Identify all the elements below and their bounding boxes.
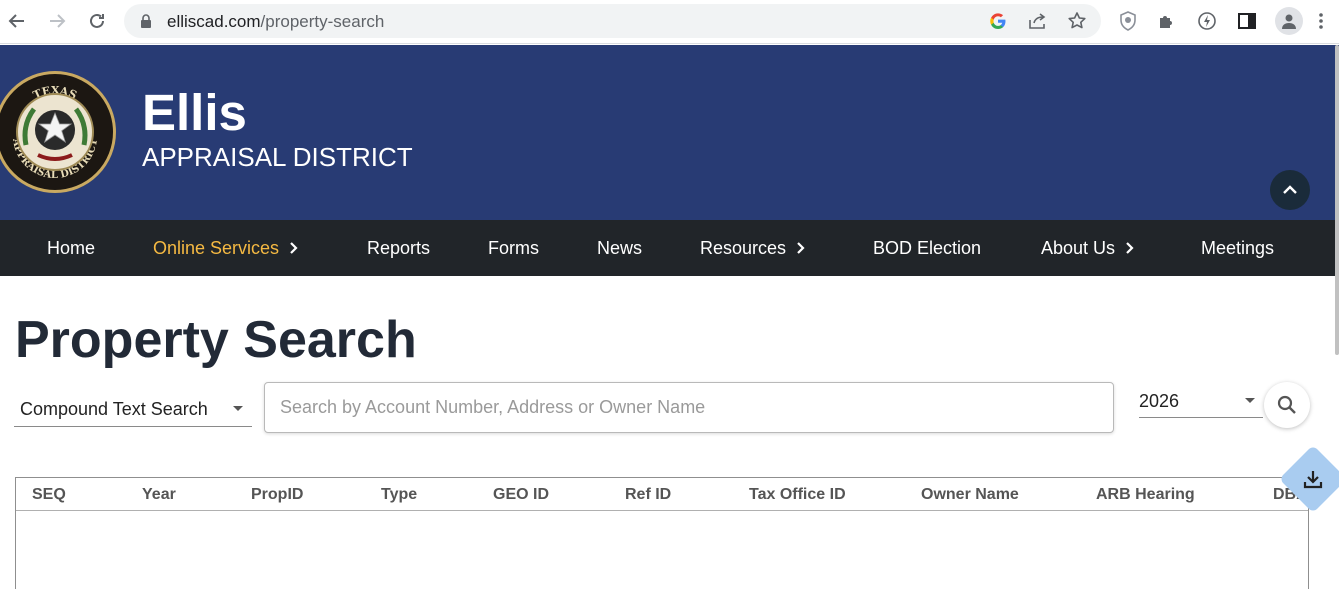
results-table: SEQ Year PropID Type GEO ID Ref ID Tax O…	[15, 477, 1309, 589]
nav-item-label: Online Services	[153, 237, 280, 258]
chevron-up-icon	[1283, 185, 1297, 194]
address-bar[interactable]: elliscad.com/property-search	[124, 4, 1101, 38]
nav-item-online-services[interactable]: Online Services	[153, 220, 299, 276]
lock-icon[interactable]	[140, 14, 152, 33]
table-header: SEQ Year PropID Type GEO ID Ref ID Tax O…	[16, 478, 1308, 511]
share-icon[interactable]	[1028, 11, 1048, 31]
nav-item-label: BOD Election	[873, 237, 982, 258]
column-header-seq[interactable]: SEQ	[32, 486, 66, 504]
main-navigation: Home Online Services Reports Forms News …	[0, 220, 1339, 276]
nav-item-label: Resources	[700, 237, 787, 258]
bookmark-star-icon[interactable]	[1067, 11, 1087, 31]
nav-item-bod-election[interactable]: BOD Election	[873, 220, 981, 276]
column-header-owner-name[interactable]: Owner Name	[921, 486, 1019, 504]
scroll-to-top-button[interactable]	[1270, 170, 1310, 210]
menu-kebab-icon[interactable]	[1314, 10, 1328, 32]
site-subtitle[interactable]: APPRAISAL DISTRICT	[142, 144, 413, 170]
lightning-extension-icon[interactable]	[1196, 10, 1218, 32]
column-header-tax-office-id[interactable]: Tax Office ID	[749, 486, 846, 504]
url-path: /property-search	[260, 12, 385, 31]
site-header: TEXAS APPRAISAL DISTRICT Ellis APPRAISAL…	[0, 45, 1339, 220]
caret-down-icon	[1245, 398, 1255, 403]
search-mode-value: Compound Text Search	[20, 399, 208, 419]
nav-item-label: News	[597, 237, 643, 258]
shield-extension-icon[interactable]	[1117, 10, 1139, 32]
forward-icon[interactable]	[44, 8, 70, 34]
column-header-geo-id[interactable]: GEO ID	[493, 486, 549, 504]
column-header-type[interactable]: Type	[381, 486, 417, 504]
url-domain: elliscad.com	[167, 12, 261, 31]
year-value: 2026	[1139, 391, 1180, 411]
texas-seal-logo[interactable]: TEXAS APPRAISAL DISTRICT	[0, 71, 116, 193]
download-icon	[1303, 471, 1323, 489]
nav-item-label: Forms	[488, 237, 539, 258]
search-button[interactable]	[1264, 382, 1310, 428]
nav-item-news[interactable]: News	[597, 220, 642, 276]
chevron-right-icon	[797, 242, 805, 254]
nav-item-label: About Us	[1041, 237, 1116, 258]
nav-item-reports[interactable]: Reports	[367, 220, 430, 276]
chevron-right-icon	[290, 242, 298, 254]
google-icon[interactable]	[988, 11, 1008, 31]
page-title: Property Search	[15, 311, 417, 369]
chevron-right-icon	[1126, 242, 1134, 254]
column-header-arb-hearing[interactable]: ARB Hearing	[1096, 486, 1195, 504]
nav-item-label: Meetings	[1201, 237, 1275, 258]
nav-item-home[interactable]: Home	[47, 220, 95, 276]
column-header-propid[interactable]: PropID	[251, 486, 303, 504]
site-title[interactable]: Ellis	[142, 87, 247, 138]
nav-item-forms[interactable]: Forms	[488, 220, 539, 276]
page-scrollbar[interactable]	[1335, 45, 1339, 355]
search-icon	[1277, 395, 1296, 414]
nav-item-about-us[interactable]: About Us	[1041, 220, 1135, 276]
column-header-ref-id[interactable]: Ref ID	[625, 486, 671, 504]
side-panel-icon[interactable]	[1236, 10, 1258, 32]
browser-toolbar: elliscad.com/property-search	[0, 0, 1339, 44]
column-header-year[interactable]: Year	[142, 486, 176, 504]
year-select[interactable]: 2026	[1139, 384, 1263, 418]
url-text[interactable]: elliscad.com/property-search	[167, 12, 384, 32]
back-icon[interactable]	[4, 8, 30, 34]
reload-icon[interactable]	[84, 8, 110, 34]
puzzle-extension-icon[interactable]	[1156, 10, 1178, 32]
nav-item-label: Home	[47, 237, 96, 258]
nav-item-resources[interactable]: Resources	[700, 220, 806, 276]
profile-icon[interactable]	[1275, 7, 1303, 35]
search-mode-select[interactable]: Compound Text Search	[14, 389, 252, 427]
nav-item-meetings[interactable]: Meetings	[1201, 220, 1274, 276]
search-input[interactable]	[264, 382, 1114, 433]
caret-down-icon	[233, 406, 243, 411]
nav-item-label: Reports	[367, 237, 431, 258]
